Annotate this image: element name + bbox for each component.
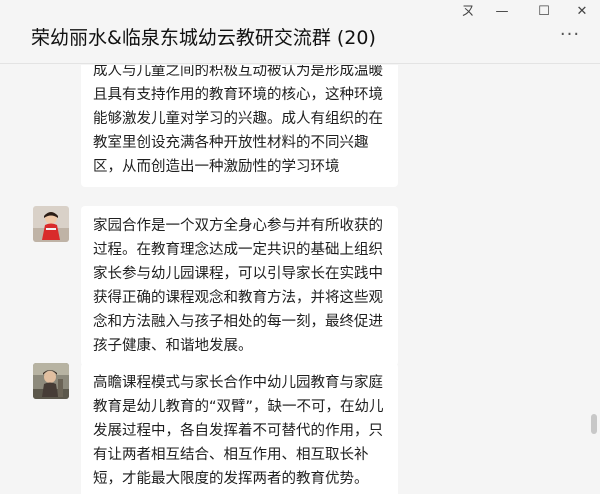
more-options-button[interactable]: ··· bbox=[558, 26, 582, 48]
message-bubble[interactable]: 高瞻课程模式与家长合作中幼儿园教育与家庭教育是幼儿教育的“双臂”，缺一不可，在幼… bbox=[81, 363, 398, 494]
maximize-button[interactable]: ☐ bbox=[530, 2, 558, 22]
scrollbar[interactable] bbox=[590, 65, 598, 494]
message-bubble[interactable]: 成人与儿童之间的积极互动被认为是形成温暖且具有支持作用的教育环境的核心，这种环境… bbox=[81, 65, 398, 187]
child-in-red-avatar[interactable] bbox=[33, 206, 69, 242]
chat-title: 荣幼丽水&临泉东城幼云教研交流群 (20) bbox=[31, 27, 376, 49]
minimize-button[interactable]: — bbox=[488, 2, 516, 22]
message-list[interactable]: 成人与儿童之间的积极互动被认为是形成温暖且具有支持作用的教育环境的核心，这种环境… bbox=[0, 65, 588, 494]
close-button[interactable]: ✕ bbox=[568, 2, 596, 22]
title-bar: 荣幼丽水&临泉东城幼云教研交流群 (20) ㄡ — ☐ ✕ ··· bbox=[0, 0, 600, 64]
child-outdoor-avatar[interactable] bbox=[33, 363, 69, 399]
pin-icon[interactable]: ㄡ bbox=[454, 2, 482, 22]
message-bubble[interactable]: 家园合作是一个双方全身心参与并有所收获的过程。在教育理念达成一定共识的基础上组织… bbox=[81, 206, 398, 366]
scrollbar-thumb[interactable] bbox=[591, 414, 597, 434]
